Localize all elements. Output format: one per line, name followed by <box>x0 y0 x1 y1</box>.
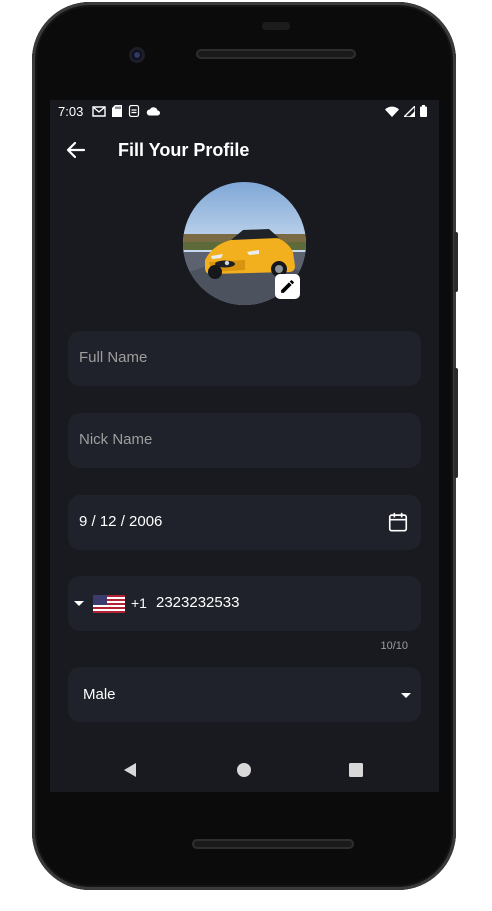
sd-card-icon <box>112 105 122 117</box>
app-bar: Fill Your Profile <box>50 130 439 170</box>
phone-number-field[interactable]: +1 2323232533 <box>68 576 421 631</box>
gender-dropdown[interactable]: Male <box>68 667 421 722</box>
full-name-placeholder: Full Name <box>79 349 148 366</box>
front-camera <box>129 47 145 63</box>
dial-code: +1 <box>131 595 147 611</box>
wifi-icon <box>385 106 399 117</box>
country-dropdown-icon[interactable] <box>74 601 84 606</box>
back-triangle-icon[interactable] <box>121 760 141 780</box>
sync-icon <box>128 105 140 117</box>
status-bar: 7:03 <box>50 100 439 124</box>
edit-avatar-button[interactable] <box>275 274 300 299</box>
date-of-birth-value: 9 / 12 / 2006 <box>79 513 163 530</box>
gmail-icon <box>92 105 106 117</box>
nick-name-field[interactable]: Nick Name <box>68 413 421 468</box>
app-screen: 7:03 Fill Your Profile Full Name Nick Na… <box>50 100 439 792</box>
pencil-icon <box>281 280 294 293</box>
status-time: 7:03 <box>58 104 84 119</box>
arrow-left-icon[interactable] <box>64 138 88 162</box>
bottom-speaker-grille <box>192 839 354 849</box>
home-circle-icon[interactable] <box>234 760 254 780</box>
power-button <box>454 368 458 478</box>
full-name-field[interactable]: Full Name <box>68 331 421 386</box>
phone-character-counter: 10/10 <box>380 640 408 652</box>
volume-button <box>454 232 458 292</box>
recents-square-icon[interactable] <box>346 760 366 780</box>
battery-icon <box>420 105 427 117</box>
cellular-signal-icon <box>404 105 415 117</box>
top-speaker-grille <box>196 49 356 59</box>
system-navigation-bar <box>50 748 439 792</box>
gender-value: Male <box>83 686 116 703</box>
top-speaker-slot <box>262 22 290 30</box>
calendar-icon[interactable] <box>387 511 409 533</box>
cloud-icon <box>146 107 160 116</box>
page-title: Fill Your Profile <box>118 140 250 160</box>
us-flag-icon[interactable] <box>93 595 125 613</box>
phone-number-value: 2323232533 <box>156 594 240 611</box>
nick-name-placeholder: Nick Name <box>79 431 153 448</box>
dropdown-arrow-icon[interactable] <box>401 693 411 698</box>
date-of-birth-field[interactable]: 9 / 12 / 2006 <box>68 495 421 550</box>
